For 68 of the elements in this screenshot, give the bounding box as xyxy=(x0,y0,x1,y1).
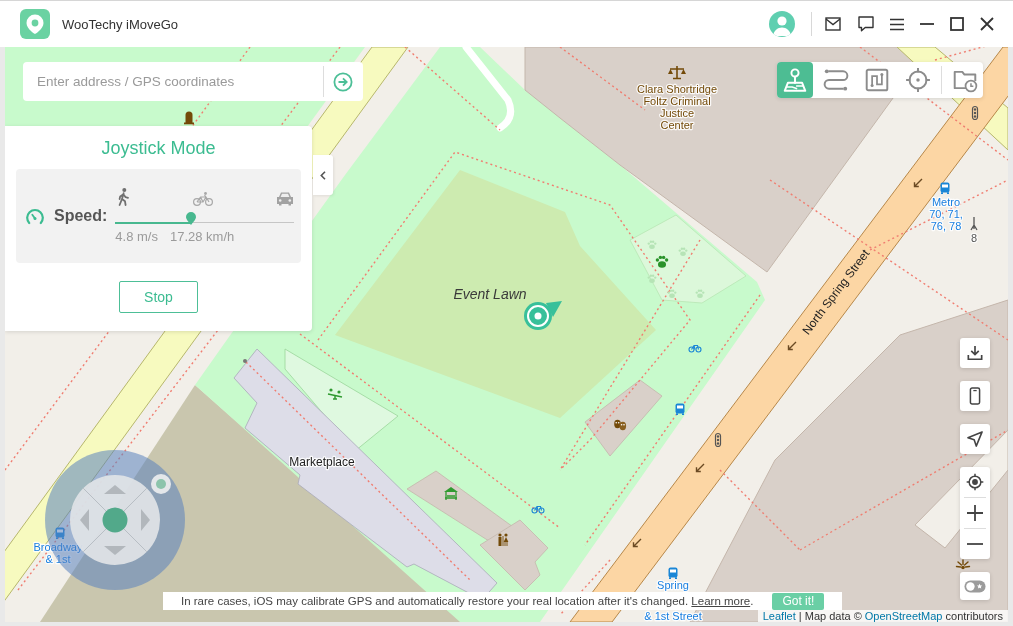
walking-person-icon xyxy=(117,188,130,206)
scales-icon xyxy=(668,65,686,80)
stop-button[interactable]: Stop xyxy=(119,281,198,313)
maximize-icon[interactable] xyxy=(950,17,964,31)
arrow-icon xyxy=(632,538,642,548)
go-button[interactable] xyxy=(323,62,363,101)
location-marker-icon xyxy=(524,301,562,330)
close-icon[interactable] xyxy=(980,17,994,31)
chevron-left-icon[interactable] xyxy=(320,170,326,180)
openstreetmap-link[interactable]: OpenStreetMap xyxy=(864,610,943,622)
masks-icon xyxy=(614,419,627,431)
bus-icon xyxy=(940,182,950,194)
number-label: 8 xyxy=(970,232,978,244)
leaflet-link[interactable]: Leaflet xyxy=(762,610,796,622)
search-field[interactable]: Enter address / GPS coordinates xyxy=(23,62,323,101)
ring-dot-icon[interactable] xyxy=(151,474,171,494)
bus-icon xyxy=(675,403,685,415)
arrow-circle-icon[interactable] xyxy=(333,71,353,92)
memorial-icon xyxy=(184,111,194,125)
arrow-icon xyxy=(695,463,705,473)
bus-stop-label: Metro 70, 71, 76, 78 xyxy=(929,196,963,232)
pole-icon xyxy=(970,216,978,231)
bicycle-icon xyxy=(531,505,545,514)
bus-icon xyxy=(55,527,65,539)
paw-icon xyxy=(647,240,657,249)
place-label: Marketplace xyxy=(289,455,355,469)
arrow-icon xyxy=(787,341,797,351)
toggle-icon[interactable] xyxy=(964,579,986,593)
playground-icon xyxy=(327,388,343,400)
paw-icon xyxy=(695,289,705,298)
paw-icon xyxy=(678,247,688,256)
attribution-text: Leaflet | Map data © OpenStreetMap contributors xyxy=(757,610,1008,622)
speed-label: Speed: xyxy=(54,207,108,225)
building-label: Clara Shortridge Foltz Criminal Justice Center xyxy=(636,83,718,131)
dot-icon xyxy=(243,359,247,363)
speed-reading: 17.28 km/h xyxy=(169,229,235,244)
mail-icon[interactable] xyxy=(825,17,841,31)
speed-reading: 4.8 m/s xyxy=(115,229,158,244)
bicycle-icon xyxy=(192,192,213,206)
traffic-light-icon xyxy=(714,432,722,448)
avatar-icon[interactable] xyxy=(769,11,795,37)
arrow-icon xyxy=(913,178,923,188)
menu-icon[interactable] xyxy=(889,17,905,31)
joystick-knob[interactable] xyxy=(102,507,128,533)
traffic-light-icon xyxy=(971,105,979,121)
slider-thumb[interactable] xyxy=(185,212,196,225)
bus-icon xyxy=(668,567,678,579)
toilets-icon xyxy=(498,533,509,547)
paw-icon xyxy=(667,289,677,298)
window-title: WooTechy iMoveGo xyxy=(62,16,179,32)
plus-icon[interactable] xyxy=(967,505,983,521)
paw-icon xyxy=(647,274,657,283)
notice-text: In rare cases, iOS may calibrate GPS and automatically restore your real location after it's changed. Learn more. xyxy=(181,595,754,607)
chat-icon[interactable] xyxy=(858,16,874,32)
speedometer-icon xyxy=(26,207,44,225)
area-label: Event Lawn xyxy=(453,286,527,302)
map-toggle-button[interactable] xyxy=(960,572,990,600)
car-icon xyxy=(276,191,295,206)
bus-stop-label: Spring xyxy=(657,579,689,591)
shelter-icon xyxy=(444,487,458,501)
logo-icon xyxy=(20,9,50,39)
paw-icon xyxy=(655,255,669,268)
panel-title: Joystick Mode xyxy=(101,137,216,160)
learn-more-link[interactable]: Learn more xyxy=(691,595,751,607)
bicycle-icon xyxy=(688,344,702,353)
viewpoint-icon xyxy=(955,559,971,570)
bus-stop-label: & 1st Street xyxy=(644,610,702,622)
speed-slider[interactable] xyxy=(115,212,295,225)
